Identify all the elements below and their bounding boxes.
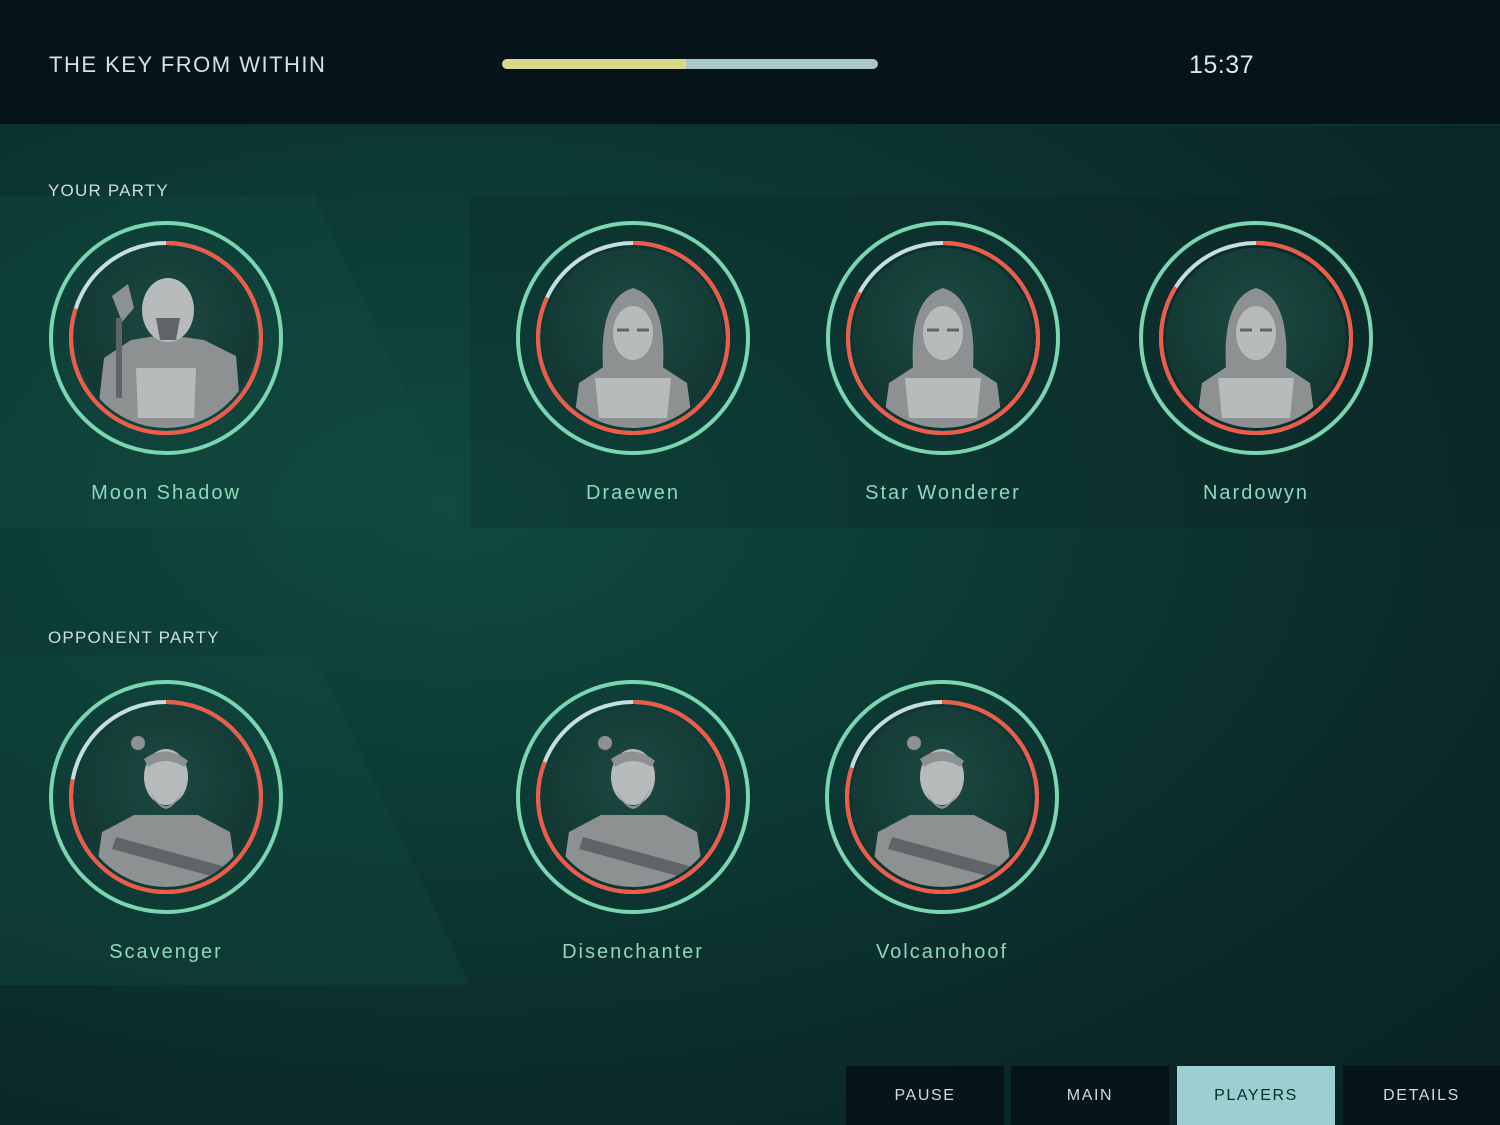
player-name: Star Wonderer bbox=[865, 482, 1021, 504]
details-button[interactable]: DETAILS bbox=[1343, 1066, 1500, 1125]
player-card-star-wonderer[interactable]: Star Wonderer bbox=[823, 218, 1063, 518]
player-card-disenchanter[interactable]: Disenchanter bbox=[513, 677, 753, 977]
top-bar: THE KEY FROM WITHIN 15:37 bbox=[0, 0, 1500, 126]
hooded-woman-icon bbox=[853, 248, 1033, 428]
player-card-scavenger[interactable]: Scavenger bbox=[46, 677, 286, 977]
pause-button[interactable]: PAUSE bbox=[846, 1066, 1004, 1125]
bearded-warrior-icon bbox=[76, 707, 256, 887]
your-party-label: YOUR PARTY bbox=[48, 181, 169, 200]
bearded-warrior-icon bbox=[543, 707, 723, 887]
game-progress-bar bbox=[502, 59, 878, 69]
player-card-moon-shadow[interactable]: Moon Shadow bbox=[46, 218, 286, 518]
players-tab-button[interactable]: PLAYERS bbox=[1177, 1066, 1335, 1125]
hooded-woman-icon bbox=[543, 248, 723, 428]
player-name: Nardowyn bbox=[1202, 482, 1310, 504]
bearded-warrior-icon bbox=[852, 707, 1032, 887]
player-card-draewen[interactable]: Draewen bbox=[513, 218, 753, 518]
player-card-nardowyn[interactable]: Nardowyn bbox=[1136, 218, 1376, 518]
player-name: Draewen bbox=[585, 482, 681, 504]
game-progress-fill bbox=[502, 59, 687, 69]
player-name: Disenchanter bbox=[562, 941, 704, 963]
game-timer: 15:37 bbox=[1189, 51, 1255, 79]
main-button[interactable]: MAIN bbox=[1011, 1066, 1169, 1125]
hooded-woman-icon bbox=[1166, 248, 1346, 428]
armored-knight-icon bbox=[76, 248, 256, 428]
opponent-party-label: OPPONENT PARTY bbox=[48, 628, 220, 647]
player-name: Volcanohoof bbox=[875, 941, 1009, 963]
player-name: Scavenger bbox=[109, 941, 223, 963]
player-card-volcanohoof[interactable]: Volcanohoof bbox=[822, 677, 1062, 977]
player-name: Moon Shadow bbox=[91, 482, 241, 504]
game-title: THE KEY FROM WITHIN bbox=[49, 52, 327, 77]
